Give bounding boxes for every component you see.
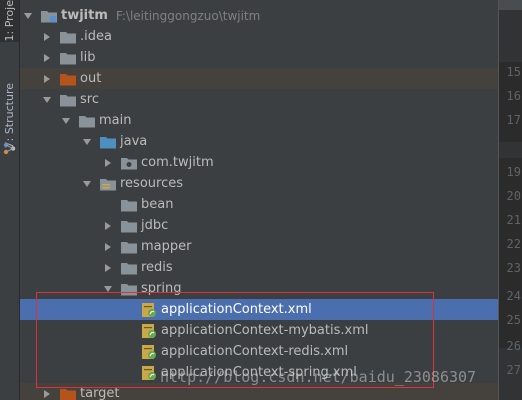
source-root-folder-icon <box>100 135 116 149</box>
root-project-path: F:\leitinggongzuo\twjitm <box>115 8 261 23</box>
tree-item-label: redis <box>141 260 173 275</box>
collapsed-arrow-icon[interactable] <box>102 220 114 232</box>
collapsed-arrow-icon[interactable] <box>41 52 53 64</box>
spring-xml-file-icon <box>141 344 157 359</box>
collapsed-arrow-icon[interactable] <box>41 73 53 85</box>
line-number: 20 <box>506 189 521 203</box>
tree-row-redis[interactable]: redis <box>20 257 498 278</box>
expand-arrow-icon[interactable] <box>81 136 93 148</box>
line-number: 24 <box>506 289 521 303</box>
tree-item-label: target <box>80 386 120 400</box>
package-icon <box>121 156 137 170</box>
tree-row-src[interactable]: src <box>20 89 498 110</box>
line-number: 26 <box>506 339 521 353</box>
tree-row-out[interactable]: out <box>20 68 498 89</box>
tree-item-label: com.twjitm <box>141 155 214 170</box>
excluded-folder-icon <box>60 387 76 400</box>
tab-structure-label: 7: Structure <box>3 83 16 149</box>
tree-row-package[interactable]: com.twjitm <box>20 152 498 173</box>
collapsed-arrow-icon[interactable] <box>102 262 114 274</box>
expand-arrow-icon[interactable] <box>60 115 72 127</box>
tree-row-idea[interactable]: .idea <box>20 26 498 47</box>
folder-icon <box>79 114 95 128</box>
spring-xml-file-icon <box>141 365 157 380</box>
folder-icon <box>121 198 137 212</box>
tree-row-java[interactable]: java <box>20 131 498 152</box>
tree-item-label: .idea <box>80 29 112 44</box>
tree-row-target[interactable]: target <box>20 383 498 400</box>
editor-tab-edge <box>499 0 522 10</box>
excluded-folder-icon <box>60 72 76 86</box>
tree-item-label: bean <box>141 197 174 212</box>
expand-arrow-icon[interactable] <box>81 178 93 190</box>
tab-project-label: 1: Proje <box>3 0 16 42</box>
tree-item-label: applicationContext.xml <box>161 302 312 317</box>
tree-row-resources[interactable]: resources <box>20 173 498 194</box>
folder-icon <box>121 219 137 233</box>
module-folder-icon <box>41 9 57 23</box>
tree-item-label: mapper <box>141 239 192 254</box>
line-number: 16 <box>506 89 521 103</box>
line-number: 15 <box>506 65 521 79</box>
line-number: 25 <box>506 313 521 327</box>
tree-item-label: spring <box>141 281 182 296</box>
root-project-name: twjitm <box>61 8 108 23</box>
collapsed-arrow-icon[interactable] <box>102 157 114 169</box>
tree-item-label: java <box>120 134 148 149</box>
spring-xml-file-icon <box>141 302 157 317</box>
collapsed-arrow-icon[interactable] <box>102 241 114 253</box>
tree-row-mapper[interactable]: mapper <box>20 236 498 257</box>
expand-arrow-icon[interactable] <box>41 94 53 106</box>
folder-icon <box>121 282 137 296</box>
line-number: 22 <box>506 237 521 251</box>
tree-item-label: resources <box>120 176 184 191</box>
collapsed-arrow-icon[interactable] <box>41 388 53 400</box>
structure-icon <box>3 140 16 155</box>
tab-project[interactable]: 1: Proje <box>0 0 19 42</box>
expand-arrow-icon[interactable] <box>102 283 114 295</box>
folder-icon <box>121 261 137 275</box>
tree-item-label: applicationContext-spring.xml <box>161 365 357 380</box>
expand-arrow-icon[interactable] <box>22 10 34 22</box>
tree-row-spring[interactable]: spring <box>20 278 498 299</box>
folder-icon <box>60 30 76 44</box>
line-number: 21 <box>506 213 521 227</box>
resources-folder-icon <box>100 177 116 191</box>
tree-item-label: out <box>80 71 102 86</box>
spring-xml-file-icon <box>141 323 157 338</box>
line-number: 27 <box>506 363 521 377</box>
folder-icon <box>60 51 76 65</box>
tree-row-jdbc[interactable]: jdbc <box>20 215 498 236</box>
line-number: 19 <box>506 165 521 179</box>
folder-icon <box>121 240 137 254</box>
line-number: 23 <box>506 261 521 275</box>
tree-row-main[interactable]: main <box>20 110 498 131</box>
project-tree[interactable]: twjitm F:\leitinggongzuo\twjitm .idea li… <box>20 0 498 400</box>
tree-row-application-context-mybatis-xml[interactable]: applicationContext-mybatis.xml <box>20 320 498 341</box>
tree-item-label: applicationContext-redis.xml <box>161 344 349 359</box>
collapsed-arrow-icon[interactable] <box>41 31 53 43</box>
tree-item-label: lib <box>80 50 96 65</box>
tree-row-lib[interactable]: lib <box>20 47 498 68</box>
editor-gutter: 15 16 17 19 20 21 22 23 24 25 26 27 <box>498 0 522 400</box>
folder-icon <box>60 93 76 107</box>
tree-row-bean[interactable]: bean <box>20 194 498 215</box>
tree-item-label: jdbc <box>141 218 169 233</box>
tree-row-root[interactable]: twjitm F:\leitinggongzuo\twjitm <box>20 5 498 26</box>
tool-window-strip: 1: Proje 7: Structure <box>0 0 20 400</box>
line-number: 17 <box>506 113 521 127</box>
tree-item-label: applicationContext-mybatis.xml <box>161 323 369 338</box>
tree-item-label: main <box>99 113 132 128</box>
tree-item-label: src <box>80 92 99 107</box>
tree-row-application-context-xml[interactable]: applicationContext.xml <box>20 299 498 320</box>
tree-row-application-context-spring-xml[interactable]: applicationContext-spring.xml <box>20 362 498 383</box>
tree-row-application-context-redis-xml[interactable]: applicationContext-redis.xml <box>20 341 498 362</box>
